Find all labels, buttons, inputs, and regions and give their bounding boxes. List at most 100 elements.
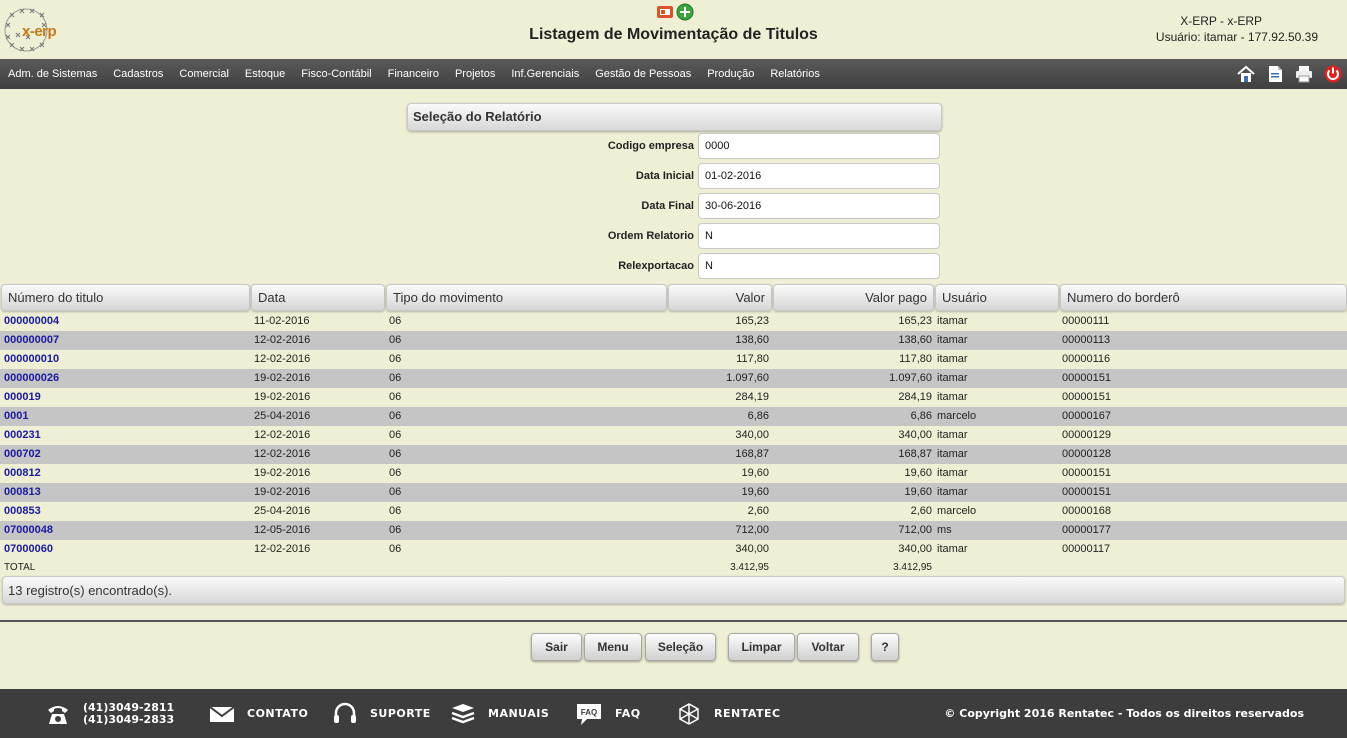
footer-suporte-link[interactable]: SUPORTE <box>332 689 431 738</box>
column-header-valor-pago[interactable]: Valor pago <box>773 284 934 311</box>
results-table: Número do titulo Data Tipo do movimento … <box>0 284 1347 577</box>
ordem-relatorio-input[interactable]: N <box>698 223 940 249</box>
relexportacao-input[interactable]: N <box>698 253 940 279</box>
menu-item-inf-gerenciais[interactable]: Inf.Gerenciais <box>511 68 579 80</box>
column-header-numero-titulo[interactable]: Número do titulo <box>1 284 250 311</box>
books-icon <box>451 703 475 723</box>
column-header-data[interactable]: Data <box>251 284 385 311</box>
menu-item-estoque[interactable]: Estoque <box>245 68 285 80</box>
numero-titulo-cell[interactable]: 07000060 <box>4 540 248 559</box>
menu-item-producao[interactable]: Produção <box>707 68 754 80</box>
add-icon[interactable] <box>676 3 694 21</box>
numero-titulo-cell[interactable]: 000000007 <box>4 331 248 350</box>
pdf-icon[interactable] <box>656 3 674 21</box>
column-header-tipo-movimento[interactable]: Tipo do movimento <box>386 284 667 311</box>
record-count: 13 registro(s) encontrado(s). <box>2 576 1345 604</box>
table-row: 000000004 11-02-2016 06 165,23 165,23 itamar 0… <box>0 312 1347 331</box>
table-row: 0001 25-04-2016 06 6,86 6,86 marcelo 00000167 <box>0 407 1347 426</box>
tipo-movimento-cell: 06 <box>389 410 402 422</box>
menu-item-comercial[interactable]: Comercial <box>179 68 229 80</box>
menu-item-financeiro[interactable]: Financeiro <box>388 68 439 80</box>
table-row: 000000026 19-02-2016 06 1.097,60 1.097,60 ita… <box>0 369 1347 388</box>
phone-1: (41)3049-2811 <box>83 700 175 714</box>
numero-titulo-cell[interactable]: 000000010 <box>4 350 248 369</box>
footer-faq-link[interactable]: FAQ FAQ <box>575 689 641 738</box>
valor-cell: 165,23 <box>735 315 769 327</box>
menu-item-projetos[interactable]: Projetos <box>455 68 495 80</box>
numero-titulo-cell[interactable]: 000000026 <box>4 369 248 388</box>
valor-cell: 168,87 <box>735 448 769 460</box>
mail-icon <box>209 705 235 722</box>
data-cell: 12-02-2016 <box>254 429 311 441</box>
table-row: 07000048 12-05-2016 06 712,00 712,00 ms 000001… <box>0 521 1347 540</box>
numero-titulo-cell[interactable]: 000812 <box>4 464 248 483</box>
numero-titulo-cell[interactable]: 000231 <box>4 426 248 445</box>
valor-cell: 19,60 <box>741 467 769 479</box>
total-row: TOTAL 3.412,95 3.412,95 <box>0 559 1347 577</box>
menu-items: Adm. de Sistemas Cadastros Comercial Est… <box>0 59 836 89</box>
usuario-cell: itamar <box>937 448 968 460</box>
footer-phones: (41)3049-2811 (41)3049-2833 <box>45 689 174 738</box>
footer-manuais-link[interactable]: MANUAIS <box>450 689 549 738</box>
valor-cell: 117,80 <box>736 353 769 365</box>
help-button[interactable]: ? <box>871 633 899 661</box>
numero-bordero-cell: 00000151 <box>1062 486 1111 498</box>
table-row: 000813 19-02-2016 06 19,60 19,60 itamar 000001… <box>0 483 1347 502</box>
header-actions <box>656 3 694 21</box>
table-row: 000000007 12-02-2016 06 138,60 138,60 itamar 0… <box>0 331 1347 350</box>
menu-item-gestao-pessoas[interactable]: Gestão de Pessoas <box>595 68 691 80</box>
column-header-numero-bordero[interactable]: Numero do borderô <box>1060 284 1347 311</box>
field-codigo-empresa: Codigo empresa 0000 <box>407 133 942 159</box>
table-row: 07000060 12-02-2016 06 340,00 340,00 itamar 00… <box>0 540 1347 559</box>
numero-titulo-cell[interactable]: 07000048 <box>4 521 248 540</box>
valor-cell: 1.097,60 <box>726 372 769 384</box>
footer-rentatec-link[interactable]: RENTATEC <box>676 689 781 738</box>
usuario-cell: itamar <box>937 543 968 555</box>
numero-titulo-cell[interactable]: 0001 <box>4 407 248 426</box>
menu-item-fisco-contabil[interactable]: Fisco-Contábil <box>301 68 371 80</box>
menu-button[interactable]: Menu <box>584 633 642 661</box>
data-cell: 12-02-2016 <box>254 334 311 346</box>
column-header-usuario[interactable]: Usuário <box>935 284 1059 311</box>
table-row: 000812 19-02-2016 06 19,60 19,60 itamar 000001… <box>0 464 1347 483</box>
menu-item-relatorios[interactable]: Relatórios <box>770 68 820 80</box>
sair-button[interactable]: Sair <box>531 633 582 661</box>
numero-titulo-cell[interactable]: 000702 <box>4 445 248 464</box>
data-inicial-input[interactable]: 01-02-2016 <box>698 163 940 189</box>
usuario-cell: itamar <box>937 315 968 327</box>
column-header-valor[interactable]: Valor <box>668 284 772 311</box>
numero-titulo-cell[interactable]: 000813 <box>4 483 248 502</box>
field-data-final: Data Final 30-06-2016 <box>407 193 942 219</box>
limpar-button[interactable]: Limpar <box>728 633 795 661</box>
menu-item-cadastros[interactable]: Cadastros <box>113 68 163 80</box>
table-row: 000853 25-04-2016 06 2,60 2,60 marcelo 0000016… <box>0 502 1347 521</box>
footer-contato-label: CONTATO <box>247 707 309 720</box>
codigo-empresa-input[interactable]: 0000 <box>698 133 940 159</box>
numero-titulo-cell[interactable]: 000853 <box>4 502 248 521</box>
voltar-button[interactable]: Voltar <box>797 633 859 661</box>
valor-pago-cell: 165,23 <box>898 315 932 327</box>
field-label: Relexportacao <box>618 260 694 272</box>
document-icon[interactable] <box>1265 64 1285 84</box>
field-label: Ordem Relatorio <box>607 230 694 242</box>
divider <box>0 620 1347 622</box>
numero-bordero-cell: 00000111 <box>1062 315 1110 327</box>
home-icon[interactable] <box>1236 64 1256 84</box>
menu-item-adm-sistemas[interactable]: Adm. de Sistemas <box>8 68 97 80</box>
valor-pago-cell: 340,00 <box>898 543 932 555</box>
numero-titulo-cell[interactable]: 000000004 <box>4 312 248 331</box>
print-icon[interactable] <box>1294 64 1314 84</box>
footer-faq-label: FAQ <box>615 707 641 720</box>
usuario-cell: itamar <box>937 391 968 403</box>
numero-titulo-cell[interactable]: 000019 <box>4 388 248 407</box>
power-icon[interactable] <box>1323 64 1343 84</box>
valor-cell: 284,19 <box>735 391 769 403</box>
numero-bordero-cell: 00000151 <box>1062 391 1111 403</box>
numero-bordero-cell: 00000168 <box>1062 505 1111 517</box>
usuario-cell: itamar <box>937 429 968 441</box>
data-final-input[interactable]: 30-06-2016 <box>698 193 940 219</box>
selecao-button[interactable]: Seleção <box>645 633 716 661</box>
menu-bar: Adm. de Sistemas Cadastros Comercial Est… <box>0 59 1347 89</box>
valor-cell: 6,86 <box>747 410 769 422</box>
footer-contato-link[interactable]: CONTATO <box>209 689 308 738</box>
